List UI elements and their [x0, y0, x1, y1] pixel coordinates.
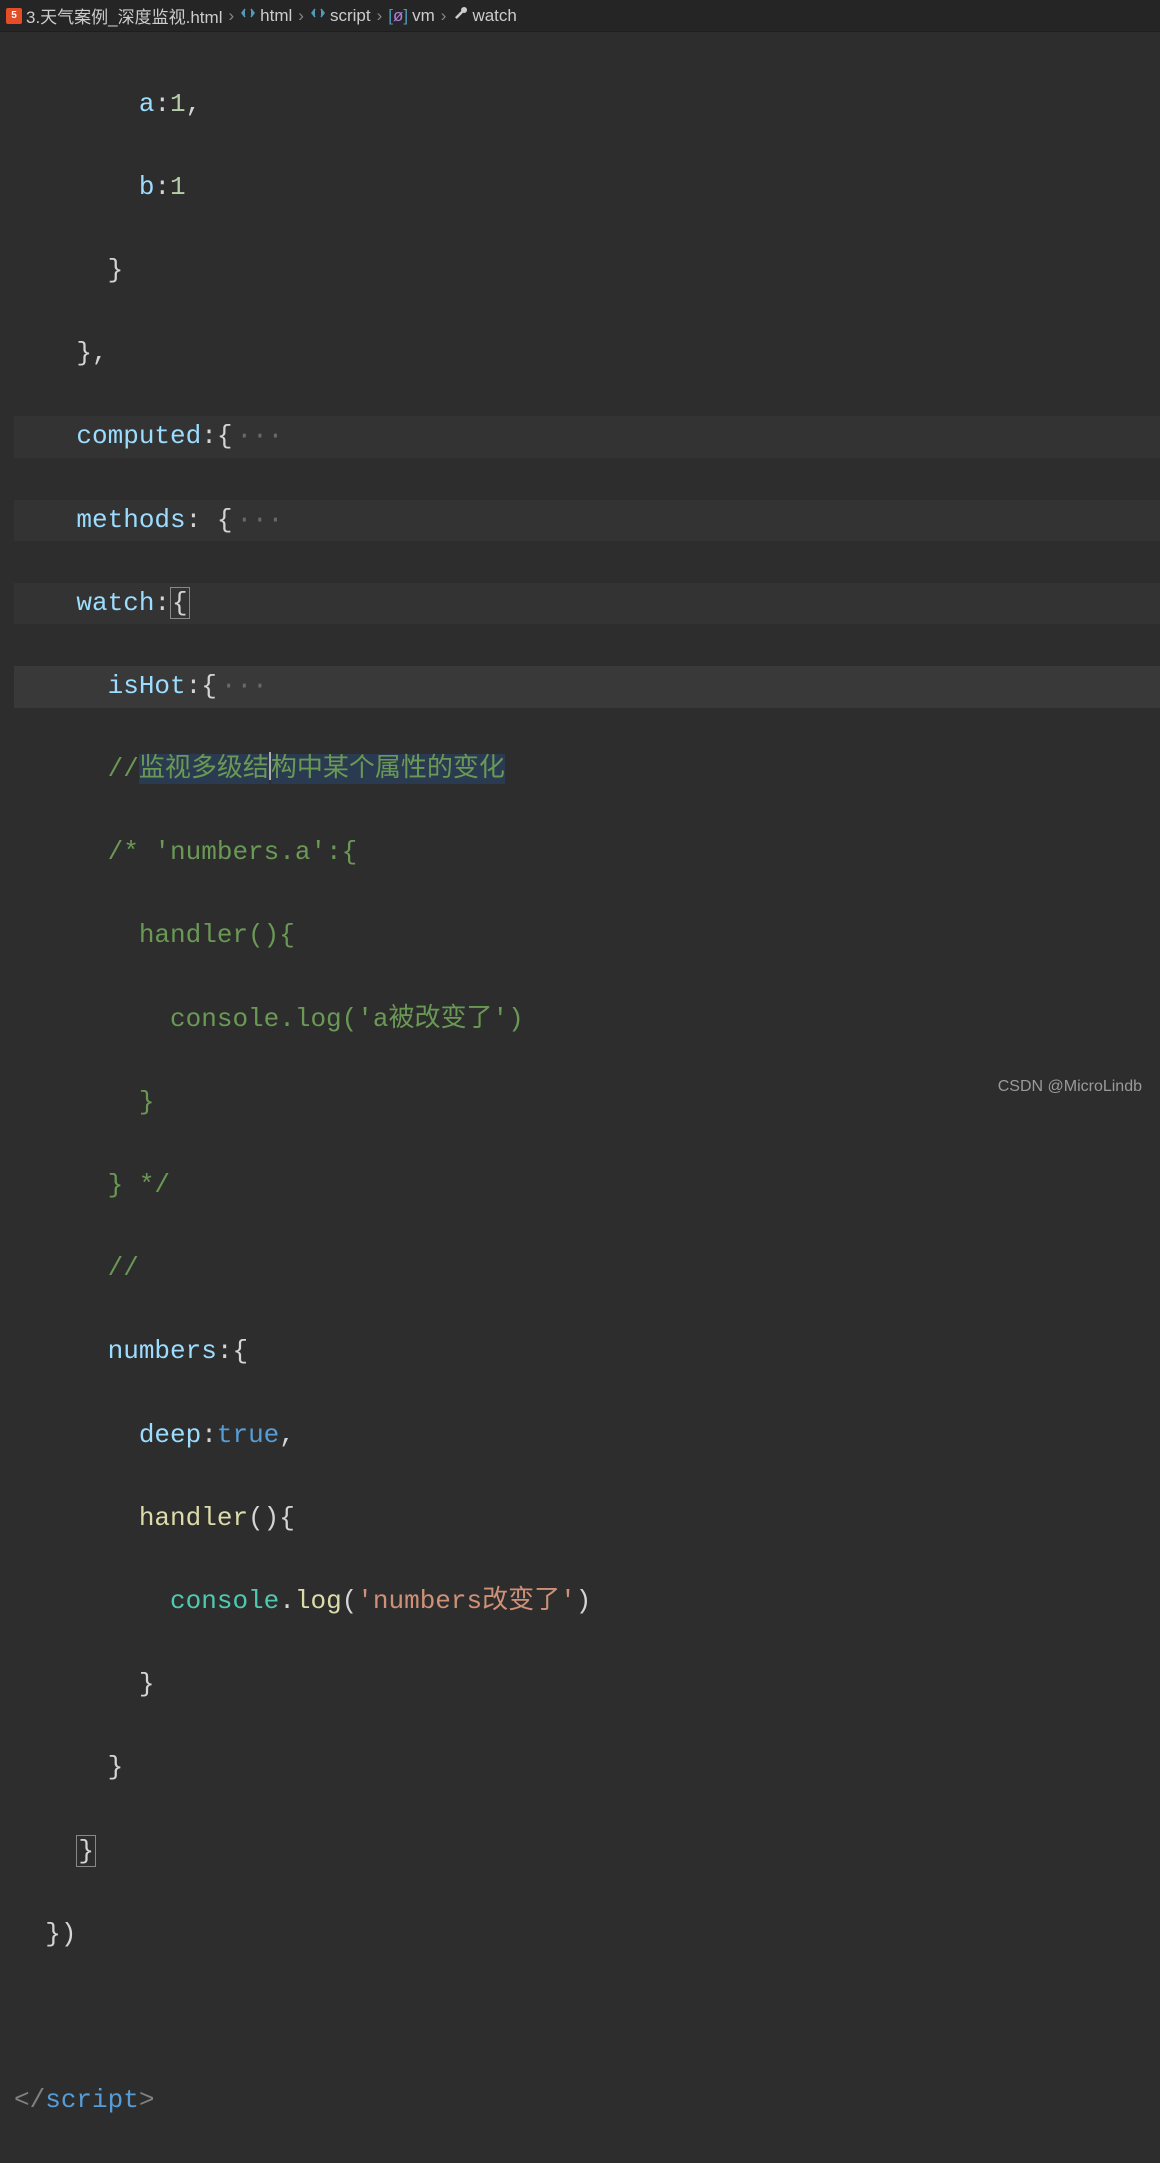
code-line: }) [14, 1914, 1160, 1956]
code-line: console.log('numbers改变了') [14, 1581, 1160, 1623]
code-editor[interactable]: a:1, b:1 } }, computed:{··· methods: {··… [0, 32, 1160, 2163]
fold-indicator[interactable]: ··· [236, 505, 283, 535]
code-line: a:1, [14, 84, 1160, 126]
watermark: CSDN @MicroLindb [998, 1078, 1142, 1096]
breadcrumb-separator: › [441, 6, 447, 26]
code-line: // [14, 1248, 1160, 1290]
code-line: b:1 [14, 167, 1160, 209]
code-line: methods: {··· [14, 500, 1160, 542]
breadcrumb-separator: › [228, 6, 234, 26]
code-line: } [14, 1831, 1160, 1873]
breadcrumb-item-vm[interactable]: [ø] vm [388, 6, 435, 26]
breadcrumb-separator: › [298, 6, 304, 26]
module-icon [240, 5, 256, 26]
code-line: isHot:{··· [14, 666, 1160, 708]
code-line: } [14, 1664, 1160, 1706]
code-line: console.log('a被改变了') [14, 999, 1160, 1041]
code-line: deep:true, [14, 1415, 1160, 1457]
code-line: numbers:{ [14, 1331, 1160, 1373]
code-line: } [14, 1082, 1160, 1124]
code-line: /* 'numbers.a':{ [14, 832, 1160, 874]
breadcrumb-label: watch [472, 6, 516, 26]
fold-indicator[interactable]: ··· [221, 671, 268, 701]
code-line: computed:{··· [14, 416, 1160, 458]
breadcrumb-item-html[interactable]: html [240, 5, 292, 26]
breadcrumb-file[interactable]: 5 3.天气案例_深度监视.html [6, 3, 222, 28]
breadcrumb-separator: › [377, 6, 383, 26]
breadcrumb-label: script [330, 6, 371, 26]
breadcrumb[interactable]: 5 3.天气案例_深度监视.html › html › script › [ø]… [0, 0, 1160, 32]
bracket-match: { [170, 587, 190, 619]
text-selection: 构中某个属性的变化 [271, 754, 505, 784]
module-icon [310, 5, 326, 26]
breadcrumb-file-label: 3.天气案例_深度监视.html [26, 3, 222, 28]
code-line: } */ [14, 1165, 1160, 1207]
code-line: //监视多级结构中某个属性的变化 [14, 749, 1160, 791]
brackets-icon: [ø] [388, 6, 408, 26]
breadcrumb-item-watch[interactable]: watch [452, 5, 516, 26]
code-line: }, [14, 333, 1160, 375]
breadcrumb-label: html [260, 6, 292, 26]
code-line [14, 1997, 1160, 2039]
code-line: watch:{ [14, 583, 1160, 625]
breadcrumb-label: vm [412, 6, 435, 26]
code-line: } [14, 250, 1160, 292]
code-line: } [14, 1747, 1160, 1789]
breadcrumb-item-script[interactable]: script [310, 5, 371, 26]
fold-indicator[interactable]: ··· [236, 421, 283, 451]
html5-icon: 5 [6, 8, 22, 24]
code-line: </script> [14, 2080, 1160, 2122]
code-line: handler(){ [14, 1498, 1160, 1540]
bracket-match: } [76, 1835, 96, 1867]
code-line: handler(){ [14, 915, 1160, 957]
wrench-icon [452, 5, 468, 26]
text-selection: 监视多级结 [139, 754, 269, 784]
